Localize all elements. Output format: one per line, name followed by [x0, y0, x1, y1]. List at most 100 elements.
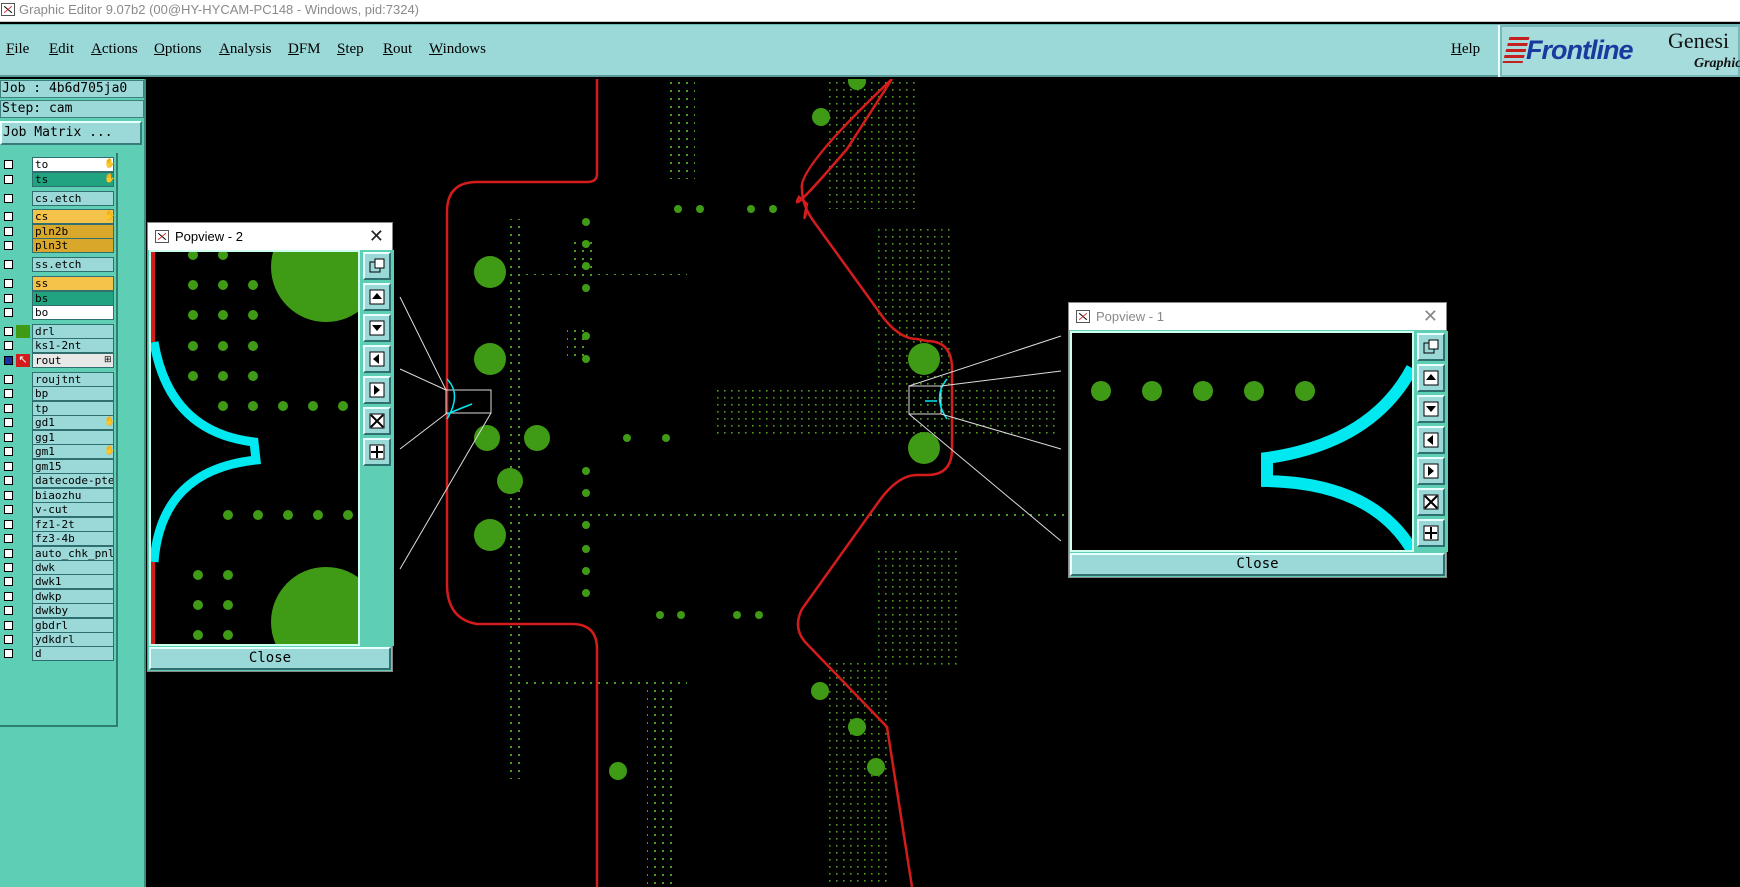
layer-name[interactable]: to: [32, 157, 114, 172]
layer-checkbox[interactable]: [4, 491, 13, 500]
popview-2-close-button[interactable]: Close: [149, 647, 391, 670]
popview-2-pan-up-button[interactable]: [363, 283, 391, 311]
layer-checkbox[interactable]: [4, 505, 13, 514]
layer-row-ks1-2nt[interactable]: ks1-2nt: [0, 338, 116, 353]
layer-row-fz3-4b[interactable]: fz3-4b: [0, 531, 116, 546]
layer-checkbox[interactable]: [4, 227, 13, 236]
layer-checkbox[interactable]: [4, 577, 13, 586]
layer-checkbox[interactable]: [4, 175, 13, 184]
layer-name[interactable]: ydkdrl: [32, 632, 114, 647]
layer-name[interactable]: ts: [32, 172, 114, 187]
menu-step[interactable]: Step: [337, 41, 364, 58]
layer-row-gm15[interactable]: gm15: [0, 459, 116, 474]
layer-row-dwk1[interactable]: dwk1: [0, 574, 116, 589]
layer-row-bp[interactable]: bp: [0, 386, 116, 401]
layer-name[interactable]: dwk: [32, 560, 114, 575]
layer-row-pln3t[interactable]: pln3t: [0, 238, 116, 253]
layer-checkbox[interactable]: [4, 563, 13, 572]
popview-2-zoom-in-button[interactable]: [363, 252, 391, 280]
layer-name[interactable]: cs: [32, 209, 114, 224]
layer-row-dwk[interactable]: dwk: [0, 560, 116, 575]
layer-row-cs.etch[interactable]: cs.etch: [0, 191, 116, 206]
popview-1-move-button[interactable]: [1417, 519, 1445, 547]
menu-help[interactable]: Help: [1451, 41, 1480, 58]
layer-row-dwkby[interactable]: dwkby: [0, 603, 116, 618]
layer-name[interactable]: dwkby: [32, 603, 114, 618]
popview-1-fit-button[interactable]: [1417, 488, 1445, 516]
layer-checkbox[interactable]: [4, 356, 13, 365]
layer-checkbox[interactable]: [4, 549, 13, 558]
layer-name[interactable]: pln2b: [32, 224, 114, 239]
layer-name[interactable]: d: [32, 646, 114, 661]
layer-name[interactable]: fz1-2t: [32, 517, 114, 532]
layer-name[interactable]: datecode-pte: [32, 473, 114, 488]
layer-row-v-cut[interactable]: v-cut: [0, 502, 116, 517]
layer-name[interactable]: gd1: [32, 415, 114, 430]
layer-row-ss[interactable]: ss: [0, 276, 116, 291]
layer-checkbox[interactable]: [4, 649, 13, 658]
layer-name[interactable]: gm15: [32, 459, 114, 474]
layer-row-gm1[interactable]: gm1 ✋: [0, 444, 116, 459]
layer-row-datecode-pte[interactable]: datecode-pte: [0, 473, 116, 488]
popview-1-pan-left-button[interactable]: [1417, 426, 1445, 454]
popview-2-fit-button[interactable]: [363, 407, 391, 435]
layer-checkbox[interactable]: [4, 418, 13, 427]
menu-dfm[interactable]: DFM: [288, 41, 321, 58]
layer-name[interactable]: tp: [32, 401, 114, 416]
layer-name[interactable]: rout: [32, 353, 114, 368]
layer-checkbox[interactable]: [4, 160, 13, 169]
popview-1-pan-right-button[interactable]: [1417, 457, 1445, 485]
layer-row-ss.etch[interactable]: ss.etch: [0, 257, 116, 272]
layer-checkbox[interactable]: [4, 520, 13, 529]
layer-checkbox[interactable]: [4, 635, 13, 644]
layer-checkbox[interactable]: [4, 592, 13, 601]
layer-name[interactable]: roujtnt: [32, 372, 114, 387]
layer-checkbox[interactable]: [4, 375, 13, 384]
menu-windows[interactable]: Windows: [429, 41, 486, 58]
layer-checkbox[interactable]: [4, 404, 13, 413]
layer-checkbox[interactable]: [4, 260, 13, 269]
layer-row-drl[interactable]: drl: [0, 324, 116, 339]
layer-name[interactable]: bp: [32, 386, 114, 401]
layer-row-pln2b[interactable]: pln2b: [0, 224, 116, 239]
layer-row-tp[interactable]: tp: [0, 401, 116, 416]
layer-name[interactable]: biaozhu: [32, 488, 114, 503]
popview-2-move-button[interactable]: [363, 438, 391, 466]
popview-2-pan-right-button[interactable]: [363, 376, 391, 404]
layer-checkbox[interactable]: [4, 194, 13, 203]
layer-name[interactable]: v-cut: [32, 502, 114, 517]
layer-row-fz1-2t[interactable]: fz1-2t: [0, 517, 116, 532]
popview-1-zoom-in-button[interactable]: [1417, 333, 1445, 361]
layer-row-bo[interactable]: bo: [0, 305, 116, 320]
layer-checkbox[interactable]: [4, 621, 13, 630]
layer-row-gbdrl[interactable]: gbdrl: [0, 618, 116, 633]
job-matrix-button[interactable]: Job Matrix ...: [0, 121, 142, 145]
layer-name[interactable]: bs: [32, 291, 114, 306]
popview-1-pan-down-button[interactable]: [1417, 395, 1445, 423]
layer-checkbox[interactable]: [4, 241, 13, 250]
layer-name[interactable]: auto_chk_pnl: [32, 546, 114, 561]
layer-row-to[interactable]: to ✋: [0, 157, 116, 172]
layer-name[interactable]: fz3-4b: [32, 531, 114, 546]
layer-checkbox[interactable]: [4, 447, 13, 456]
layer-name[interactable]: ks1-2nt: [32, 338, 114, 353]
layer-row-dwkp[interactable]: dwkp: [0, 589, 116, 604]
layer-name[interactable]: dwkp: [32, 589, 114, 604]
layer-checkbox[interactable]: [4, 279, 13, 288]
layer-checkbox[interactable]: [4, 462, 13, 471]
layer-checkbox[interactable]: [4, 389, 13, 398]
layer-name[interactable]: ss: [32, 276, 114, 291]
layer-row-rout[interactable]: ↖ rout ⊞: [0, 353, 116, 368]
menu-options[interactable]: Options: [154, 41, 202, 58]
layer-checkbox[interactable]: [4, 341, 13, 350]
menu-file[interactable]: File: [6, 41, 29, 58]
layer-row-biaozhu[interactable]: biaozhu: [0, 488, 116, 503]
layer-name[interactable]: drl: [32, 324, 114, 339]
layer-row-gd1[interactable]: gd1 ✋: [0, 415, 116, 430]
layer-name[interactable]: dwk1: [32, 574, 114, 589]
layer-checkbox[interactable]: [4, 433, 13, 442]
layer-name[interactable]: gm1: [32, 444, 114, 459]
layer-checkbox[interactable]: [4, 308, 13, 317]
menu-edit[interactable]: Edit: [49, 41, 74, 58]
popview-1-pan-up-button[interactable]: [1417, 364, 1445, 392]
